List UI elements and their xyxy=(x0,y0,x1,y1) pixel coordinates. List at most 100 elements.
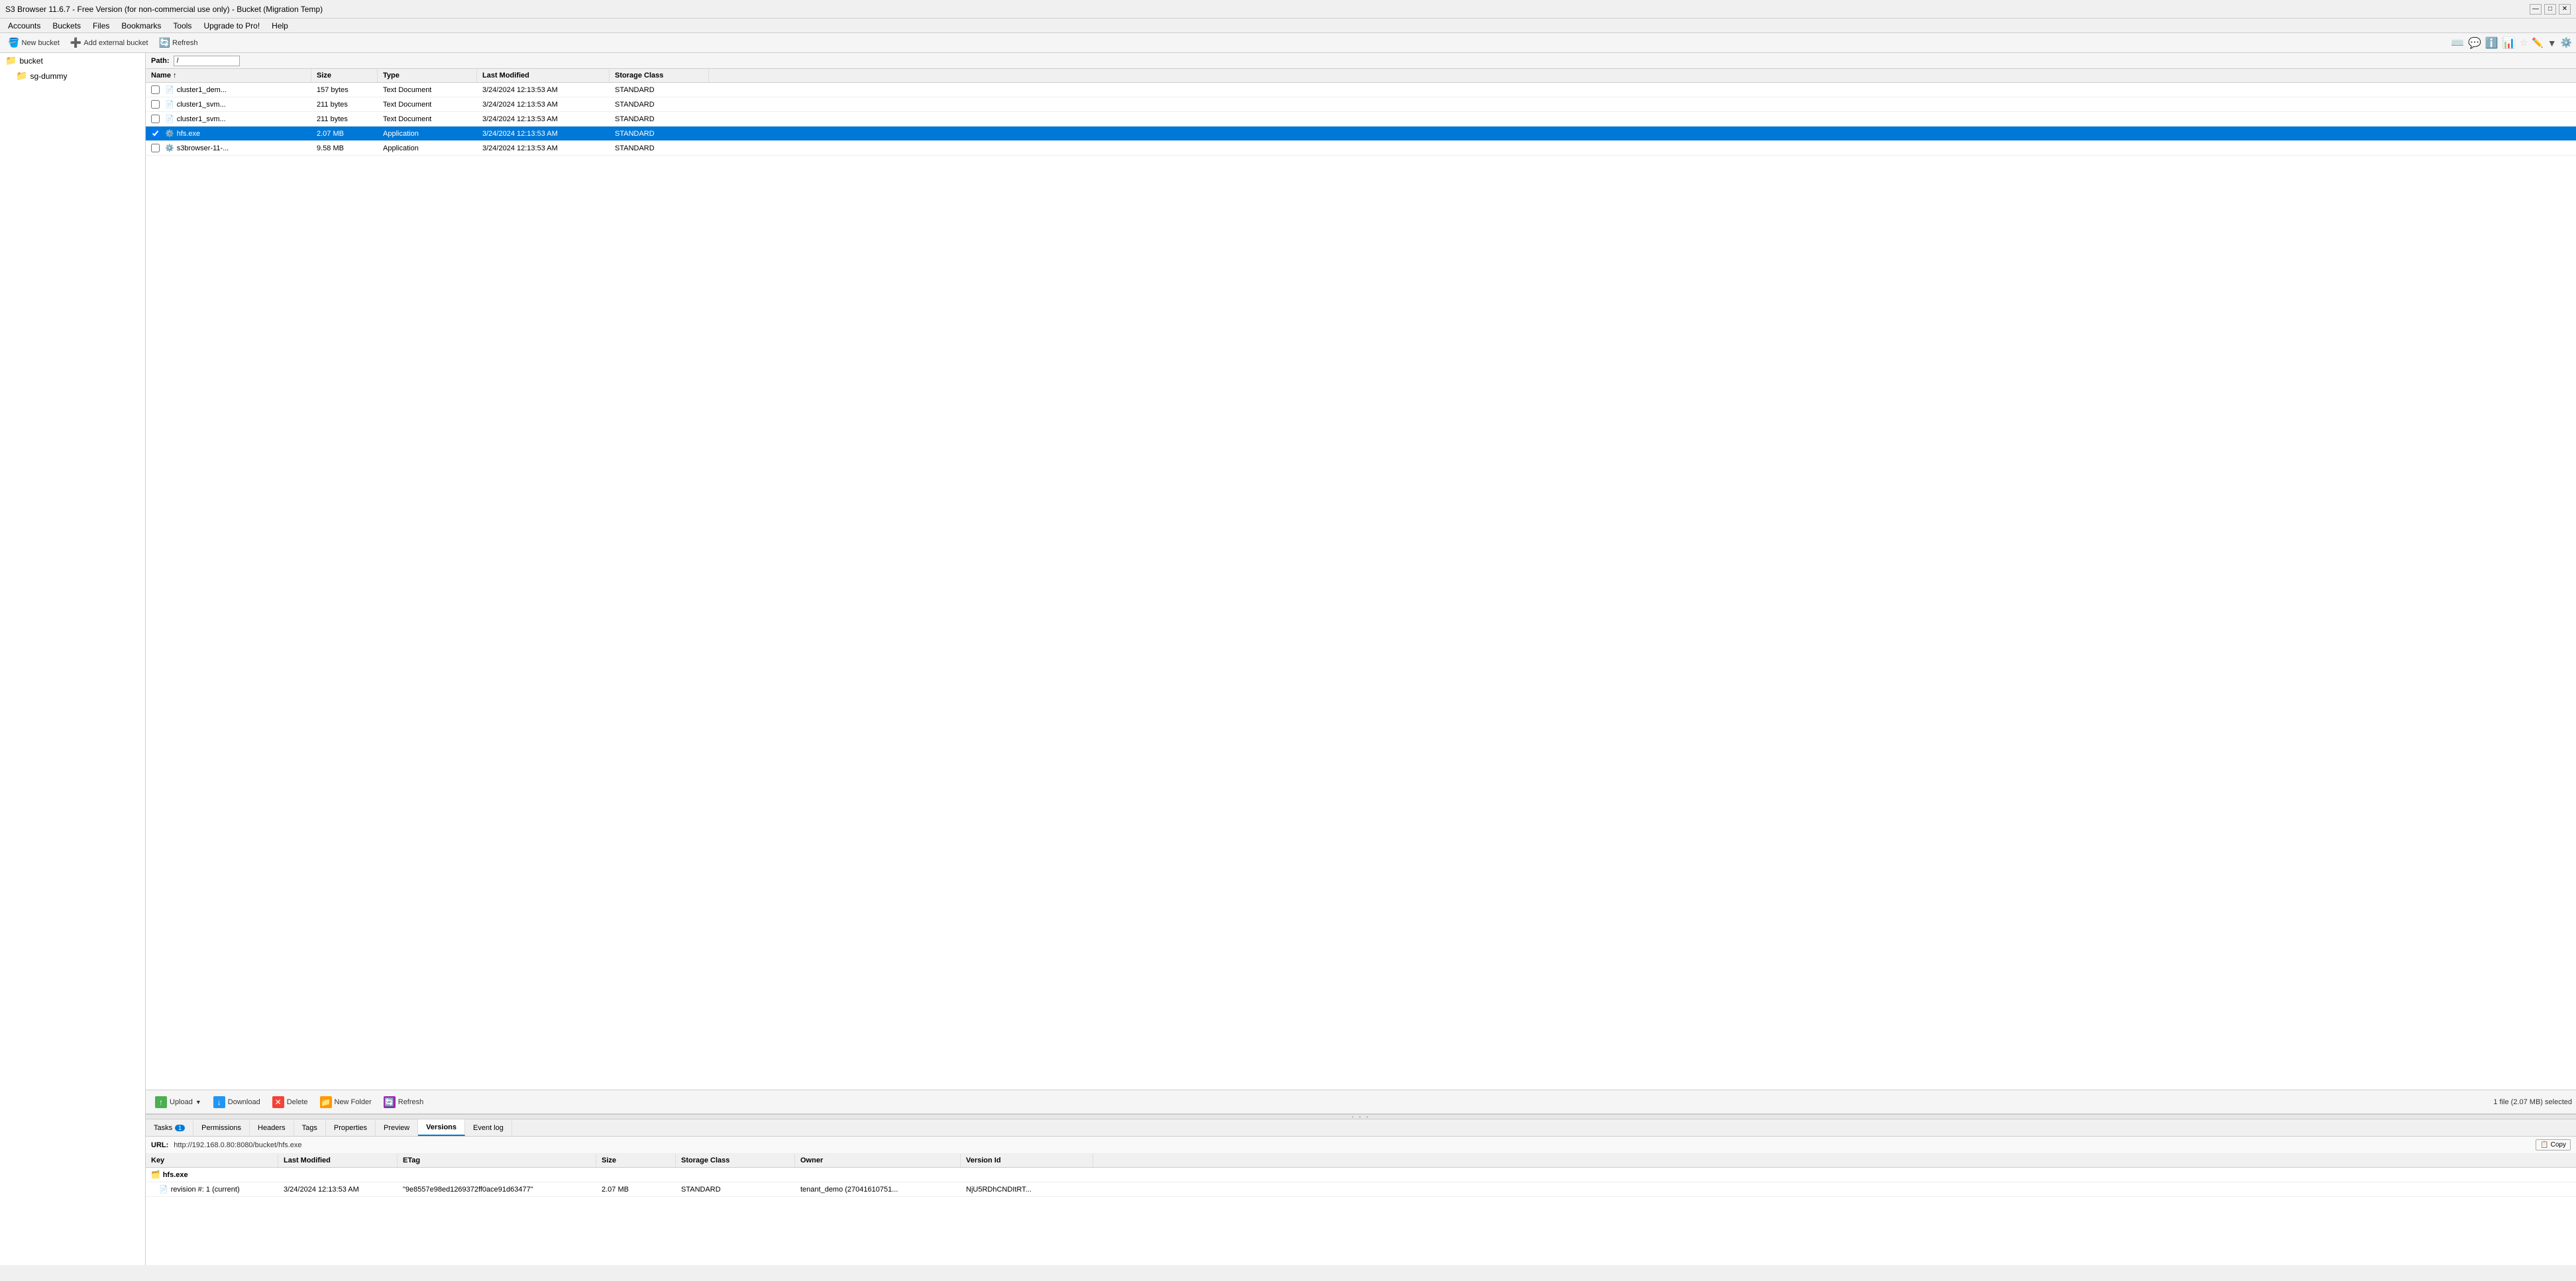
tabs-bar: Tasks1PermissionsHeadersTagsPropertiesPr… xyxy=(146,1119,2576,1137)
col-header-type[interactable]: Type xyxy=(378,69,477,82)
path-input[interactable] xyxy=(174,56,240,66)
file-type: Application xyxy=(378,127,477,140)
ver-col-header-size: Size xyxy=(596,1154,676,1167)
left-panel: 📁bucket📁sg-dummy xyxy=(0,53,146,1265)
ver-version-id xyxy=(961,1168,1093,1182)
copy-icon: 📋 xyxy=(2540,1141,2548,1149)
menu-item-accounts[interactable]: Accounts xyxy=(3,20,46,32)
tree-item-label: bucket xyxy=(19,56,42,66)
table-row[interactable]: ⚙️hfs.exe 2.07 MB Application 3/24/2024 … xyxy=(146,127,2576,141)
menu-item-files[interactable]: Files xyxy=(87,20,115,32)
ver-file-icon: 🗂️ xyxy=(151,1170,160,1179)
new-bucket-button[interactable]: 🪣 New bucket xyxy=(4,36,64,50)
window-controls: — □ ✕ xyxy=(2530,4,2571,15)
info-icon[interactable]: ℹ️ xyxy=(2485,36,2498,50)
folder-icon: 📁 xyxy=(16,70,27,81)
tree-item-sg-dummy[interactable]: 📁sg-dummy xyxy=(0,68,145,83)
file-size: 9.58 MB xyxy=(311,141,378,155)
upload-icon: ↑ xyxy=(155,1096,167,1108)
menu-item-bookmarks[interactable]: Bookmarks xyxy=(116,20,166,32)
copy-url-button[interactable]: 📋 Copy xyxy=(2536,1139,2571,1151)
bottom-panel: Tasks1PermissionsHeadersTagsPropertiesPr… xyxy=(146,1119,2576,1265)
tab-versions[interactable]: Versions xyxy=(418,1119,465,1136)
row-checkbox-0[interactable] xyxy=(151,85,160,94)
tab-tasks[interactable]: Tasks1 xyxy=(146,1119,193,1136)
col-header-last-modified[interactable]: Last Modified xyxy=(477,69,610,82)
row-checkbox-3[interactable] xyxy=(151,129,160,138)
right-panel: Path: Name ↑SizeTypeLast ModifiedStorage… xyxy=(146,53,2576,1265)
chat-icon[interactable]: 💬 xyxy=(2468,36,2481,50)
versions-header: KeyLast ModifiedETagSizeStorage ClassOwn… xyxy=(146,1154,2576,1168)
maximize-button[interactable]: □ xyxy=(2544,4,2556,15)
stats-icon[interactable]: 📊 xyxy=(2502,36,2516,50)
ver-modified: 3/24/2024 12:13:53 AM xyxy=(278,1182,398,1196)
settings-icon[interactable]: ⚙️ xyxy=(2561,37,2572,48)
menu-item-tools[interactable]: Tools xyxy=(168,20,197,32)
tab-preview[interactable]: Preview xyxy=(376,1119,418,1136)
close-button[interactable]: ✕ xyxy=(2559,4,2571,15)
ver-col-header-owner: Owner xyxy=(795,1154,961,1167)
url-bar: URL: http://192.168.0.80:8080/bucket/hfs… xyxy=(146,1137,2576,1154)
main-layout: 📁bucket📁sg-dummy Path: Name ↑SizeTypeLas… xyxy=(0,53,2576,1265)
file-modified: 3/24/2024 12:13:53 AM xyxy=(477,83,610,97)
refresh-action-icon: 🔄 xyxy=(384,1096,396,1108)
folder-icon: 📁 xyxy=(5,55,17,66)
file-icon: 📄 xyxy=(165,100,174,109)
menu-item-upgrade-to-pro![interactable]: Upgrade to Pro! xyxy=(198,20,265,32)
tab-event-log[interactable]: Event log xyxy=(465,1119,512,1136)
col-header-size[interactable]: Size xyxy=(311,69,378,82)
file-type: Text Document xyxy=(378,97,477,111)
minimize-button[interactable]: — xyxy=(2530,4,2542,15)
menu-item-buckets[interactable]: Buckets xyxy=(47,20,86,32)
path-bar: Path: xyxy=(146,53,2576,69)
ver-col-header-key: Key xyxy=(146,1154,278,1167)
refresh-toolbar-button[interactable]: 🔄 Refresh xyxy=(155,36,202,50)
keyboard-icon[interactable]: ⌨️ xyxy=(2451,36,2464,50)
window-title: S3 Browser 11.6.7 - Free Version (for no… xyxy=(5,5,323,14)
list-item[interactable]: 🗂️ hfs.exe xyxy=(146,1168,2576,1182)
tab-permissions[interactable]: Permissions xyxy=(193,1119,250,1136)
file-size: 211 bytes xyxy=(311,97,378,111)
list-item[interactable]: 📄 revision #: 1 (current) 3/24/2024 12:1… xyxy=(146,1182,2576,1197)
add-external-icon: ➕ xyxy=(70,37,81,48)
col-header-name[interactable]: Name ↑ xyxy=(146,69,311,82)
ver-etag: "9e8557e98ed1269372ff0ace91d63477" xyxy=(398,1182,596,1196)
table-row[interactable]: ⚙️s3browser-11-... 9.58 MB Application 3… xyxy=(146,141,2576,156)
tab-headers[interactable]: Headers xyxy=(250,1119,294,1136)
file-icon: ⚙️ xyxy=(165,144,174,152)
col-header-storage-class[interactable]: Storage Class xyxy=(610,69,709,82)
ver-etag xyxy=(398,1168,596,1182)
menu-item-help[interactable]: Help xyxy=(266,20,294,32)
star-icon[interactable]: ☆ xyxy=(2520,37,2528,48)
ver-size xyxy=(596,1168,676,1182)
refresh-action-button[interactable]: 🔄 Refresh xyxy=(378,1094,429,1111)
table-row[interactable]: 📄cluster1_svm... 211 bytes Text Document… xyxy=(146,112,2576,127)
file-name: hfs.exe xyxy=(177,130,200,138)
panel-divider[interactable]: • • • xyxy=(146,1114,2576,1119)
ver-storage: STANDARD xyxy=(676,1182,795,1196)
tab-badge: 1 xyxy=(175,1125,185,1131)
row-checkbox-1[interactable] xyxy=(151,100,160,109)
row-checkbox-2[interactable] xyxy=(151,115,160,123)
upload-button[interactable]: ↑ Upload ▼ xyxy=(150,1094,207,1111)
download-button[interactable]: ↓ Download xyxy=(208,1094,266,1111)
tab-tags[interactable]: Tags xyxy=(294,1119,326,1136)
pencil-icon[interactable]: ✏️ xyxy=(2532,37,2543,48)
file-type: Application xyxy=(378,141,477,155)
tab-properties[interactable]: Properties xyxy=(326,1119,376,1136)
filter-icon[interactable]: ▼ xyxy=(2548,38,2557,48)
file-type: Text Document xyxy=(378,83,477,97)
versions-rows-container: 🗂️ hfs.exe 📄 revision #: 1 (current) 3/2… xyxy=(146,1168,2576,1197)
file-icon: 📄 xyxy=(165,115,174,123)
table-row[interactable]: 📄cluster1_svm... 211 bytes Text Document… xyxy=(146,97,2576,112)
row-checkbox-4[interactable] xyxy=(151,144,160,152)
delete-button[interactable]: ✕ Delete xyxy=(267,1094,313,1111)
add-external-bucket-button[interactable]: ➕ Add external bucket xyxy=(66,36,152,50)
file-icon: 📄 xyxy=(165,85,174,94)
new-folder-button[interactable]: 📁 New Folder xyxy=(315,1094,377,1111)
main-toolbar: 🪣 New bucket ➕ Add external bucket 🔄 Ref… xyxy=(0,33,2576,53)
tree-item-bucket[interactable]: 📁bucket xyxy=(0,53,145,68)
versions-area: KeyLast ModifiedETagSizeStorage ClassOwn… xyxy=(146,1154,2576,1265)
ver-owner xyxy=(795,1168,961,1182)
table-row[interactable]: 📄cluster1_dem... 157 bytes Text Document… xyxy=(146,83,2576,97)
